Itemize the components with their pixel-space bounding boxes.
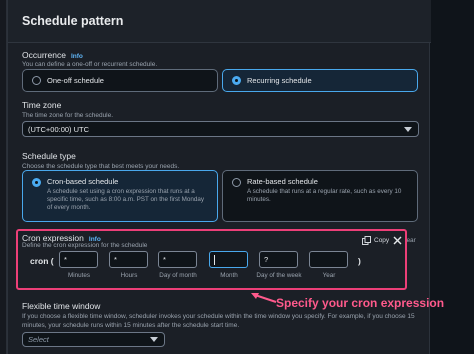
schedule-type-description: Choose the schedule type that best meets… [22, 163, 180, 170]
flexible-window-desc-line: If you choose a flexible time window, sc… [22, 313, 415, 320]
flexible-window-label: Flexible time window [22, 301, 101, 311]
flexible-window-placeholder: Select [28, 335, 49, 344]
occurrence-description: You can define a one-off or recurrent sc… [22, 61, 158, 68]
flexible-window-description: If you choose a flexible time window, sc… [22, 313, 422, 330]
recurring-schedule-option[interactable]: Recurring schedule [222, 69, 418, 92]
occurrence-label: Occurrence Info [22, 50, 83, 60]
chevron-down-icon [404, 127, 412, 132]
cron-based-desc-line: specific time, such as 8:00 a.m. PST on … [47, 196, 205, 203]
cron-highlight-box [16, 229, 407, 290]
annotation-label: Specify your cron expression [276, 296, 445, 310]
chevron-down-icon [150, 337, 158, 342]
panel-header: Schedule pattern [8, 0, 431, 43]
rate-based-radio[interactable] [232, 178, 241, 187]
cron-based-title: Cron-based schedule [47, 177, 119, 186]
timezone-select[interactable]: (UTC+00:00) UTC [22, 121, 419, 137]
one-off-schedule-option[interactable]: One-off schedule [22, 69, 218, 92]
cron-based-description: A schedule set using a cron expression t… [47, 188, 204, 212]
timezone-value: (UTC+00:00) UTC [28, 125, 90, 134]
cron-based-desc-line: A schedule set using a cron expression t… [47, 188, 195, 195]
rate-based-schedule-option[interactable]: Rate-based schedule A schedule that runs… [222, 170, 418, 222]
rate-based-desc-line: minutes. [247, 196, 271, 203]
recurring-label: Recurring schedule [247, 76, 312, 85]
one-off-label: One-off schedule [47, 76, 104, 85]
cron-based-schedule-option[interactable]: Cron-based schedule A schedule set using… [22, 170, 218, 222]
annotation-arrow-icon [251, 293, 277, 303]
one-off-radio[interactable] [32, 76, 41, 85]
cron-based-desc-line: of every month. [47, 204, 91, 211]
rate-based-title: Rate-based schedule [247, 177, 318, 186]
timezone-label: Time zone [22, 100, 62, 110]
occurrence-label-text: Occurrence [22, 50, 66, 60]
rate-based-description: A schedule that runs at a regular rate, … [247, 188, 401, 204]
flexible-window-desc-line: minutes, your schedule runs within 15 mi… [22, 321, 240, 329]
rate-based-desc-line: A schedule that runs at a regular rate, … [247, 188, 402, 195]
flexible-window-select[interactable]: Select [22, 332, 165, 347]
cron-based-radio[interactable] [32, 178, 41, 187]
occurrence-info-link[interactable]: Info [71, 53, 83, 60]
timezone-description: The time zone for the schedule. [22, 112, 114, 119]
schedule-type-label: Schedule type [22, 151, 76, 161]
panel-title: Schedule pattern [22, 14, 124, 28]
recurring-radio[interactable] [232, 76, 241, 85]
left-gutter [0, 0, 7, 354]
